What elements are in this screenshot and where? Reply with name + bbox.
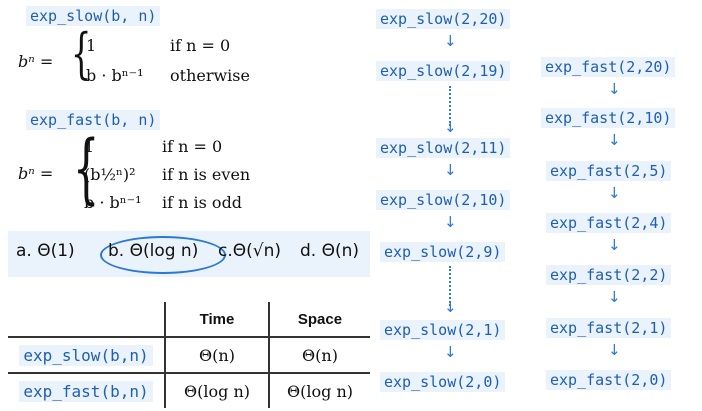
table-header-blank	[8, 302, 166, 337]
slow-call-4: exp_slow(2,10)	[376, 190, 511, 210]
exp-fast-case-3-expr: b · bⁿ⁻¹	[84, 193, 142, 212]
down-arrow-icon: ↓	[444, 161, 457, 179]
exp-fast-case-2-expr: (b½ⁿ)²	[84, 165, 136, 184]
exp-fast-case-1-cond: if n = 0	[162, 137, 223, 156]
down-arrow-icon: ↓	[444, 32, 457, 50]
complexity-table: Time Space exp_slow(b,n) Θ(n) Θ(n) exp_f…	[8, 302, 370, 408]
table-header-space: Space	[297, 310, 343, 328]
table-row-name: exp_fast(b,n)	[19, 380, 153, 402]
down-arrow-icon: ↓	[444, 213, 457, 231]
answer-c[interactable]: c.Θ(√n)	[218, 241, 281, 261]
table-cell-space: Θ(log n)	[287, 381, 353, 401]
fast-call-5: exp_fast(2,2)	[546, 265, 672, 285]
answer-d[interactable]: d. Θ(n)	[300, 241, 359, 261]
slow-call-5: exp_slow(2,9)	[380, 242, 506, 262]
slow-call-3: exp_slow(2,11)	[376, 138, 511, 158]
answer-options-bar: a. Θ(1) b. Θ(log n) c.Θ(√n) d. Θ(n)	[8, 231, 370, 277]
table-cell-time: Θ(log n)	[165, 373, 270, 408]
exp-fast-case-1-expr: 1	[84, 137, 95, 156]
table-row-name: exp_slow(b,n)	[19, 344, 153, 366]
slow-call-7: exp_slow(2,0)	[380, 372, 506, 392]
slow-call-6: exp_slow(2,1)	[380, 320, 506, 340]
fast-call-7: exp_fast(2,0)	[546, 370, 672, 390]
exp-slow-case-2-cond: otherwise	[170, 66, 250, 85]
table-row: exp_slow(b,n) Θ(n) Θ(n)	[8, 337, 370, 373]
exp-slow-case-1-expr: 1	[86, 36, 97, 55]
answer-a[interactable]: a. Θ(1)	[16, 241, 75, 261]
slow-call-2: exp_slow(2,19)	[376, 61, 511, 81]
table-cell-time: Θ(n)	[165, 337, 270, 373]
exp-fast-case-3-cond: if n is odd	[162, 193, 243, 212]
table-header-time: Time	[165, 302, 270, 337]
down-arrow-icon: ↓	[608, 341, 621, 359]
table-cell-space: Θ(n)	[302, 345, 338, 365]
fast-call-4: exp_fast(2,4)	[546, 213, 672, 233]
down-arrow-icon: ↓	[608, 80, 621, 98]
down-arrow-icon: ↓	[444, 118, 457, 136]
down-arrow-icon: ↓	[444, 298, 457, 316]
down-arrow-icon: ↓	[444, 343, 457, 361]
fast-call-2: exp_fast(2,10)	[541, 108, 676, 128]
exp-slow-title: exp_slow(b, n)	[26, 6, 161, 26]
exp-fast-lhs: bⁿ =	[18, 164, 54, 183]
fast-call-6: exp_fast(2,1)	[546, 318, 672, 338]
down-arrow-icon: ↓	[608, 131, 621, 149]
down-arrow-icon: ↓	[608, 288, 621, 306]
table-row: exp_fast(b,n) Θ(log n) Θ(log n)	[8, 373, 370, 408]
exp-slow-lhs: bⁿ =	[18, 52, 54, 71]
down-arrow-icon: ↓	[608, 236, 621, 254]
exp-slow-case-2-expr: b · bⁿ⁻¹	[86, 66, 144, 85]
slow-call-1: exp_slow(2,20)	[376, 9, 511, 29]
answer-b[interactable]: b. Θ(log n)	[108, 241, 198, 261]
table-header-row: Time Space	[8, 302, 370, 337]
fast-call-1: exp_fast(2,20)	[541, 57, 676, 77]
exp-slow-case-1-cond: if n = 0	[170, 36, 231, 55]
fast-call-3: exp_fast(2,5)	[546, 161, 672, 181]
down-arrow-icon: ↓	[608, 184, 621, 202]
exp-fast-case-2-cond: if n is even	[162, 165, 251, 184]
